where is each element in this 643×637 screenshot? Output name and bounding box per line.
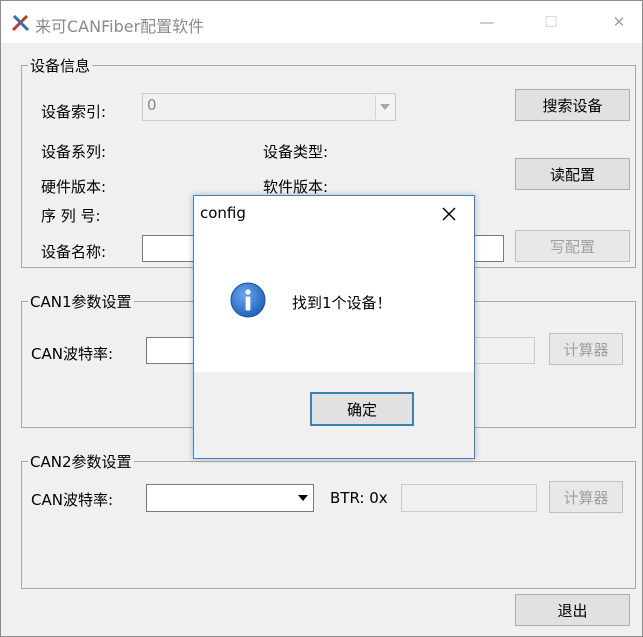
read-config-button[interactable]: 读配置 xyxy=(515,158,630,190)
can2-baud-select[interactable] xyxy=(146,484,314,512)
close-button[interactable]: ✕ xyxy=(599,1,639,43)
serial-number-label: 序 列 号: xyxy=(41,207,101,225)
can1-legend: CAN1参数设置 xyxy=(30,293,132,311)
chevron-down-icon xyxy=(294,486,312,510)
ok-button[interactable]: 确定 xyxy=(310,392,414,426)
device-info-legend: 设备信息 xyxy=(30,57,91,75)
chevron-down-icon xyxy=(375,95,394,119)
can2-calculator-button[interactable]: 计算器 xyxy=(549,481,623,513)
minimize-button[interactable]: — xyxy=(467,1,507,43)
device-name-label: 设备名称: xyxy=(41,243,107,261)
hardware-version-label: 硬件版本: xyxy=(41,178,107,196)
write-config-button[interactable]: 写配置 xyxy=(515,230,630,262)
dialog-close-button[interactable] xyxy=(438,204,460,224)
title-bar: 来可CANFiber配置软件 — ☐ ✕ xyxy=(1,1,642,43)
dialog-message: 找到1个设备！ xyxy=(292,294,392,312)
device-type-label: 设备类型: xyxy=(263,143,329,161)
can1-baud-select[interactable] xyxy=(146,337,196,364)
dialog-title: config xyxy=(200,204,246,222)
can1-baud-label: CAN波特率: xyxy=(31,345,114,363)
exit-button[interactable]: 退出 xyxy=(515,594,630,626)
dialog-footer: 确定 xyxy=(194,372,474,458)
close-icon xyxy=(442,207,456,221)
can2-legend: CAN2参数设置 xyxy=(30,453,132,471)
can2-btr-label: BTR: 0x xyxy=(330,489,388,507)
can2-btr-input[interactable] xyxy=(401,484,537,512)
info-icon xyxy=(230,282,266,318)
device-index-select[interactable]: 0 xyxy=(142,93,396,121)
config-dialog: config 找到1个设备！ 确定 xyxy=(193,195,475,459)
can2-group: CAN2参数设置 xyxy=(21,451,636,589)
tools-icon xyxy=(11,14,30,32)
search-device-button[interactable]: 搜索设备 xyxy=(515,89,630,121)
can1-btr-input[interactable] xyxy=(473,337,535,364)
device-index-label: 设备索引: xyxy=(41,103,107,121)
software-version-label: 软件版本: xyxy=(263,178,329,196)
window-title: 来可CANFiber配置软件 xyxy=(35,17,205,36)
device-series-label: 设备系列: xyxy=(41,143,107,161)
can2-baud-label: CAN波特率: xyxy=(31,491,114,509)
device-index-value: 0 xyxy=(147,96,157,114)
can1-calculator-button[interactable]: 计算器 xyxy=(549,333,623,365)
maximize-button[interactable]: ☐ xyxy=(531,1,571,43)
main-window: 来可CANFiber配置软件 — ☐ ✕ 设备信息 设备索引: 0 搜索设备 设… xyxy=(0,0,643,637)
